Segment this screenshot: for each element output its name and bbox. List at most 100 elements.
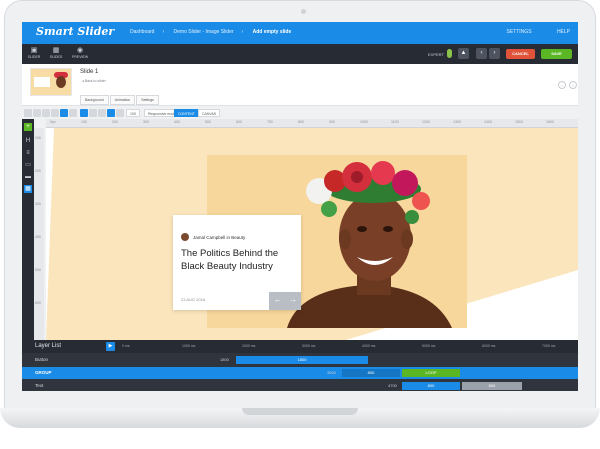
- main-toolbar: ▣ SLIDER ▦ SLIDES ◉ PREVIEW EXPERT ▲ ‹ ›…: [22, 44, 578, 64]
- help-link[interactable]: HELP: [557, 29, 570, 35]
- tab-animation[interactable]: Animation: [109, 95, 136, 105]
- thumbnail-face: [56, 76, 66, 88]
- ruler-tick: 600: [35, 301, 41, 305]
- ruler-tick: 800: [298, 120, 304, 124]
- content-option[interactable]: CONTENT: [174, 109, 199, 117]
- tab-settings[interactable]: Settings: [136, 95, 159, 105]
- slide-title[interactable]: Slide 1: [80, 69, 98, 75]
- desktop-icon[interactable]: [80, 109, 88, 117]
- layer-start-time: 1800: [220, 357, 229, 362]
- mobile-icon[interactable]: [98, 109, 106, 117]
- timeline-tick: 1000 ms: [182, 344, 196, 348]
- redo-button[interactable]: ›: [489, 48, 500, 59]
- card-headline[interactable]: The Politics Behind the Black Beauty Ind…: [181, 247, 296, 273]
- vertical-ruler: 100 200 300 400 500 600: [34, 128, 44, 340]
- ruler-tick: 300: [35, 202, 41, 206]
- ruler-tick: 200: [35, 169, 41, 173]
- app-logo[interactable]: Smart Slider: [36, 25, 114, 38]
- breadcrumb-current: Add empty slide: [252, 29, 292, 35]
- ruler-tick: 400: [35, 235, 41, 239]
- timeline-tick: 0 ms: [122, 344, 130, 348]
- tablet-icon[interactable]: [89, 109, 97, 117]
- slide-tabs: Background Animation Settings: [80, 88, 160, 106]
- edit-toolbar: 100 Responsive mode CONTENT CANVAS: [22, 107, 578, 119]
- slider-tool-button[interactable]: ▣ SLIDER: [26, 47, 42, 60]
- image-icon[interactable]: ▭: [24, 161, 32, 169]
- settings-link[interactable]: SETTINGS: [507, 29, 532, 35]
- layer-duration-bar[interactable]: 800: [342, 369, 400, 377]
- breadcrumb-dashboard[interactable]: Dashboard: [130, 29, 154, 35]
- slide-canvas[interactable]: Jamal Campbell in Beauty The Politics Be…: [46, 128, 578, 340]
- slider-icon: ▣: [30, 47, 38, 54]
- breadcrumb-slider[interactable]: Demo Slider - Image Slider: [174, 29, 234, 35]
- canvas-option[interactable]: CANVAS: [198, 109, 221, 117]
- app-screen: Smart Slider Dashboard › Demo Slider - Im…: [22, 22, 578, 391]
- undo-button[interactable]: ‹: [476, 48, 487, 59]
- preview-tool-button[interactable]: ◉ PREVIEW: [72, 47, 88, 60]
- ruler-tick: 1100: [391, 120, 399, 124]
- card-date: 23 AUG 2018: [181, 297, 206, 302]
- edit-tool-icon[interactable]: [33, 109, 41, 117]
- ruler-tick: 0px: [50, 120, 56, 124]
- left-layer-tools: + H ≡ ▭ ▬ ▦: [22, 119, 34, 340]
- chevron-right-icon: ›: [241, 29, 244, 35]
- edit-tool-icon[interactable]: [60, 109, 68, 117]
- ruler-tick: 100: [35, 136, 41, 140]
- edit-tool-icon[interactable]: [24, 109, 32, 117]
- ruler-tick: 100: [81, 120, 87, 124]
- author-avatar: [181, 233, 189, 241]
- timeline-row-group[interactable]: GROUP 3500 800 LOOP: [22, 367, 578, 379]
- slide-panel: Slide 1 ◂ Back to slider Background Anima…: [22, 64, 578, 106]
- timeline-tick: 7000 ms: [542, 344, 556, 348]
- thumbnail-card: [34, 77, 50, 87]
- add-layer-icon[interactable]: +: [24, 123, 32, 131]
- laptop-notch: [242, 408, 358, 415]
- structure-icon[interactable]: ▦: [24, 185, 32, 193]
- play-button[interactable]: ▶: [106, 342, 115, 351]
- layer-name: GROUP: [35, 370, 52, 375]
- bell-icon[interactable]: ▲: [458, 48, 469, 59]
- timeline-row-text[interactable]: Text 4700 800 800: [22, 380, 578, 391]
- horizontal-ruler: 0px 100 200 300 400 500 600 700 800 900 1000 1100 12…: [46, 119, 578, 128]
- timeline-tick: 4000 ms: [362, 344, 376, 348]
- slides-tool-label: SLIDES: [49, 55, 63, 59]
- expert-toggle[interactable]: [447, 49, 452, 58]
- next-slide-button[interactable]: ›: [569, 81, 577, 89]
- device-icon[interactable]: [107, 109, 115, 117]
- back-to-slider-link[interactable]: ◂ Back to slider: [82, 79, 106, 83]
- heading-icon[interactable]: H: [24, 137, 32, 145]
- zoom-field[interactable]: 100: [126, 109, 140, 117]
- timeline-header: Layer List ▶ 0 ms 1000 ms 2000 ms 3000 ms 40…: [22, 340, 578, 353]
- top-nav: SETTINGS HELP: [483, 29, 570, 35]
- edit-tool-icon[interactable]: [69, 109, 77, 117]
- text-icon[interactable]: ≡: [24, 149, 32, 157]
- layer-name: Button: [35, 357, 49, 362]
- slides-tool-button[interactable]: ▦ SLIDES: [48, 47, 64, 60]
- layer-duration-bar[interactable]: 800: [402, 382, 460, 390]
- slider-tool-label: SLIDER: [27, 55, 41, 59]
- layer-name: Text: [35, 383, 44, 388]
- button-icon[interactable]: ▬: [24, 173, 32, 181]
- arrow-right-icon[interactable]: →: [289, 295, 297, 304]
- ruler-tick: 1300: [453, 120, 461, 124]
- device-icon[interactable]: [116, 109, 124, 117]
- text-card-layer[interactable]: Jamal Campbell in Beauty The Politics Be…: [173, 215, 301, 310]
- edit-tool-icon[interactable]: [51, 109, 59, 117]
- slide-thumbnail[interactable]: [30, 68, 72, 96]
- save-button[interactable]: SAVE: [541, 49, 572, 59]
- timeline-row-button[interactable]: Button 1800 1800: [22, 354, 578, 366]
- ruler-tick: 1400: [484, 120, 492, 124]
- timeline-panel: Layer List ▶ 0 ms 1000 ms 2000 ms 3000 ms 40…: [22, 340, 578, 391]
- layer-extra-bar[interactable]: 800: [462, 382, 522, 390]
- edit-tool-icon[interactable]: [42, 109, 50, 117]
- layer-duration-bar[interactable]: 1800: [236, 356, 368, 364]
- expert-label: EXPERT: [428, 52, 444, 57]
- cancel-button[interactable]: CANCEL: [506, 49, 535, 59]
- layer-loop-bar[interactable]: LOOP: [402, 369, 460, 377]
- eye-icon: ◉: [76, 47, 84, 54]
- arrow-left-icon[interactable]: ←: [274, 295, 282, 304]
- previous-slide-button[interactable]: ‹: [558, 81, 566, 89]
- tab-background[interactable]: Background: [80, 95, 109, 105]
- ruler-tick: 600: [236, 120, 242, 124]
- ruler-tick: 1500: [515, 120, 523, 124]
